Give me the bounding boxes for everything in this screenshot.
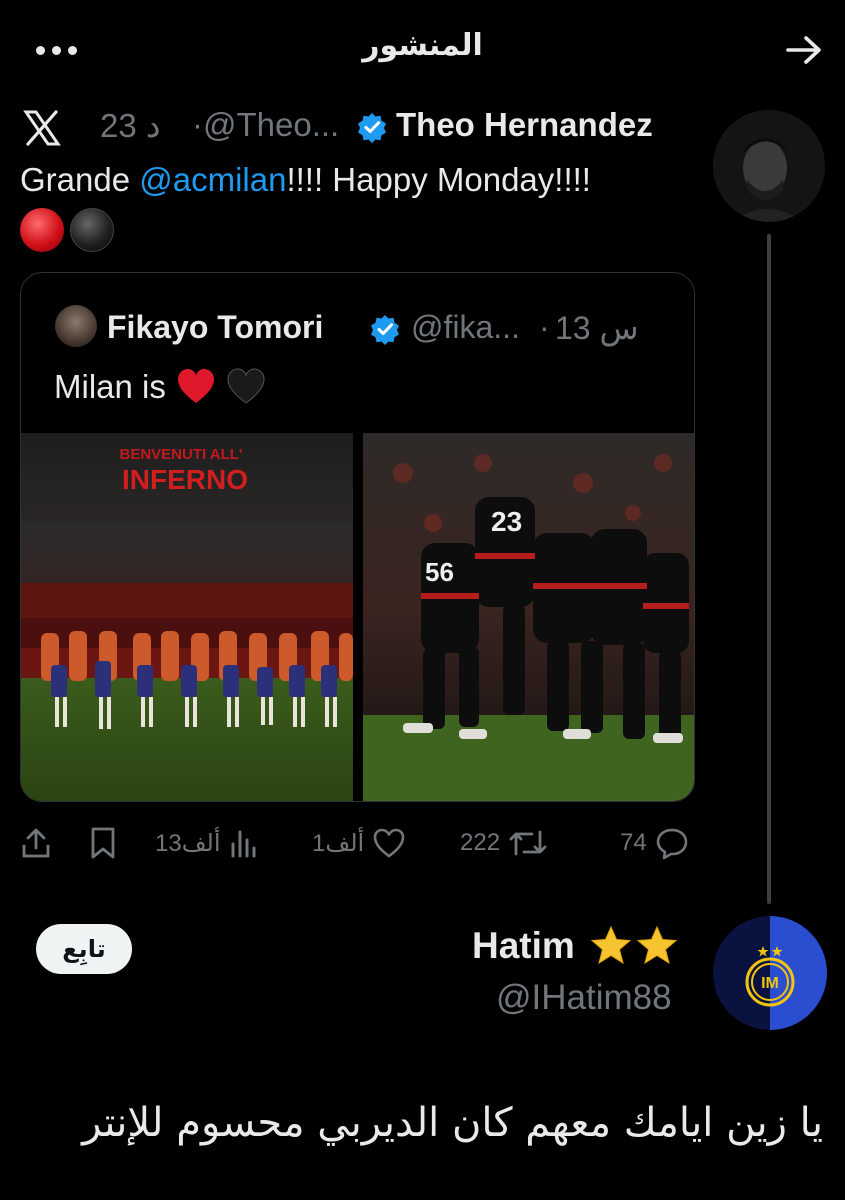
jersey-number-b: 56 [425,557,454,587]
analytics-icon [231,830,256,858]
replies-count: 74 [620,829,647,856]
reply-handle[interactable]: @IHatim88 [496,978,672,1018]
mention-link[interactable]: @acmilan [139,161,286,198]
tweet-text: Grande @acmilan!!!! Happy Monday!!!! [20,158,710,202]
quote-author-name: Fikayo Tomori [107,309,324,345]
thread-connector [767,234,771,904]
quote-handle: @fika... [411,309,520,345]
banner-text-line1: BENVENUTI ALL' [119,446,242,463]
star-emoji [590,925,632,965]
share-button[interactable] [20,820,52,866]
quote-photo-celebration[interactable]: 23 56 [363,433,694,801]
reply-icon [656,828,688,860]
tweet-time: 23 د [100,106,161,145]
avatar[interactable] [713,110,825,222]
views-count: 13ألف [155,829,221,857]
jersey-number-a: 23 [491,506,522,537]
red-circle-emoji [20,208,64,252]
star-emoji [636,925,678,965]
repost-icon [509,830,547,856]
follow-button[interactable]: تابِع [36,924,132,974]
page-title: المنشور [362,29,483,62]
handle-text: @Theo... [203,106,340,143]
top-bar: المنشور [0,0,845,100]
tweet-time-text: 23 د [100,107,161,144]
quote-text: Milan is [54,367,266,407]
like-button[interactable]: 1ألف [312,820,406,866]
x-logo-icon [23,110,61,146]
repost-button[interactable]: 222 [460,820,548,866]
quoted-tweet-card[interactable]: Fikayo Tomori @fika... · 13 س Milan is B… [20,272,695,802]
svg-text:IM: IM [761,975,779,992]
verified-badge-icon [371,315,399,345]
black-heart-emoji [227,368,265,404]
reply-button[interactable]: 74 [620,820,689,866]
tweet-action-bar: 13ألف 1ألف 222 74 [0,820,845,870]
bookmark-button[interactable] [88,820,118,866]
text-segment: Grande [20,161,140,198]
likes-count: 1ألف [312,829,365,857]
text-segment: !!!! Happy Monday!!!! [286,161,591,198]
black-circle-emoji [70,208,114,252]
heart-icon [373,828,405,858]
bookmark-icon [91,827,115,859]
quote-time: 13 س [555,310,639,346]
red-heart-emoji [177,369,214,403]
verified-badge-icon [358,113,386,143]
reply-avatar[interactable]: IM [713,916,827,1030]
arrow-right-icon[interactable] [782,28,826,72]
quote-text-content: Milan is [54,368,166,405]
quote-avatar [55,305,97,347]
reply-author-name[interactable]: Hatim [472,924,679,968]
separator: · [539,309,550,345]
reply-text: يا زين ايامك معهم كان الديربي محسوم للإن… [82,1100,823,1146]
quote-photo-lineup[interactable]: BENVENUTI ALL' INFERNO [21,433,353,801]
emoji-row [20,208,120,252]
tweet-handle[interactable]: ·@Theo... [192,106,339,144]
banner-text-line2: INFERNO [122,464,248,495]
reposts-count: 222 [460,829,501,856]
share-icon [22,828,50,858]
tweet-author-name[interactable]: Theo Hernandez [396,106,653,144]
views-button[interactable]: 13ألف [155,820,259,866]
reply-author-text: Hatim [472,925,575,966]
separator: · [192,106,203,143]
